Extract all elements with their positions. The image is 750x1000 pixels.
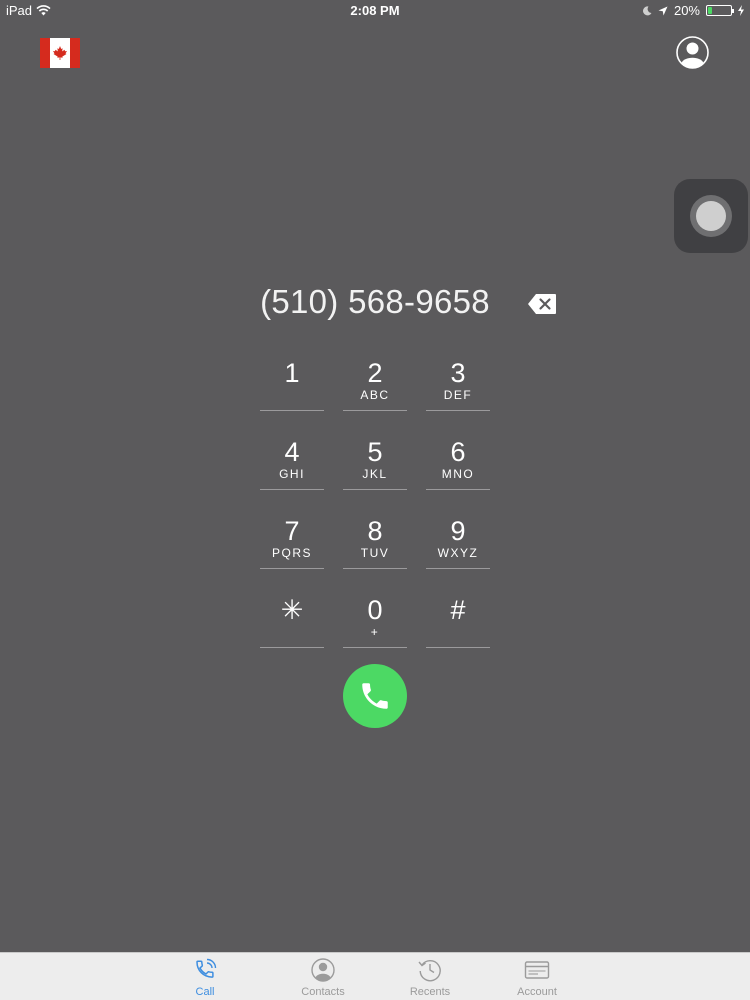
- contact-icon: [311, 958, 335, 982]
- key-hash[interactable]: #: [426, 590, 490, 648]
- tab-label: Contacts: [301, 986, 345, 998]
- call-button[interactable]: [343, 664, 407, 728]
- key-letters: MNO: [441, 467, 475, 481]
- tab-contacts[interactable]: Contacts: [283, 957, 363, 999]
- key-letters: JKL: [362, 467, 388, 481]
- backspace-icon[interactable]: [527, 293, 557, 315]
- flag-center: [50, 38, 70, 68]
- card-icon: [524, 961, 550, 979]
- key-letters: DEF: [443, 388, 473, 402]
- key-1[interactable]: 1: [260, 353, 324, 411]
- key-digit: 6: [450, 437, 466, 467]
- key-star[interactable]: ✳: [260, 590, 324, 648]
- tab-label: Account: [517, 986, 557, 998]
- moon-icon: [642, 5, 652, 15]
- key-letters: TUV: [360, 546, 390, 560]
- phone-number-display: (510) 568-9658: [260, 283, 490, 320]
- key-letters: GHI: [279, 467, 305, 481]
- assistive-touch-ring: [690, 195, 732, 237]
- key-letters: WXYZ: [437, 546, 479, 560]
- canada-flag-icon[interactable]: [40, 38, 80, 68]
- key-digit: 3: [450, 358, 466, 388]
- status-bar: iPad 2:08 PM 20%: [0, 0, 750, 20]
- tab-recents[interactable]: Recents: [390, 957, 470, 999]
- key-7[interactable]: 7 PQRS: [260, 511, 324, 569]
- battery-icon: [706, 5, 734, 16]
- key-3[interactable]: 3 DEF: [426, 353, 490, 411]
- tab-account[interactable]: Account: [497, 957, 577, 999]
- assistive-touch-dot: [696, 201, 726, 231]
- flag-right-band: [70, 38, 80, 68]
- key-digit: 8: [367, 516, 383, 546]
- assistive-touch-button[interactable]: [674, 179, 748, 253]
- maple-leaf-icon: [53, 46, 67, 60]
- tab-label: Recents: [409, 986, 451, 998]
- key-digit: 5: [367, 437, 383, 467]
- key-6[interactable]: 6 MNO: [426, 432, 490, 490]
- tab-label: Call: [195, 986, 215, 998]
- profile-icon[interactable]: [676, 36, 709, 69]
- key-letters: PQRS: [271, 546, 312, 560]
- key-4[interactable]: 4 GHI: [260, 432, 324, 490]
- tab-call[interactable]: Call: [165, 957, 245, 999]
- key-2[interactable]: 2 ABC: [343, 353, 407, 411]
- status-right: 20%: [642, 3, 744, 18]
- phone-call-icon: [196, 958, 217, 978]
- battery-percent: 20%: [673, 3, 700, 18]
- key-digit: #: [450, 595, 466, 625]
- flag-left-band: [40, 38, 50, 68]
- key-digit: 1: [284, 358, 300, 388]
- key-digit: 4: [284, 437, 300, 467]
- key-digit: 0: [367, 595, 383, 625]
- key-digit: 2: [367, 358, 383, 388]
- battery-fill: [708, 7, 713, 14]
- key-digit: 9: [450, 516, 466, 546]
- clock-icon: [418, 960, 441, 982]
- charging-bolt-icon: [738, 5, 744, 16]
- tab-bar: Call Contacts Recents Account: [0, 952, 750, 1000]
- phone-icon: [362, 683, 388, 709]
- key-letters: +: [370, 625, 380, 639]
- key-8[interactable]: 8 TUV: [343, 511, 407, 569]
- status-time: 2:08 PM: [350, 3, 400, 18]
- key-5[interactable]: 5 JKL: [343, 432, 407, 490]
- key-letters: ABC: [360, 388, 390, 402]
- key-9[interactable]: 9 WXYZ: [426, 511, 490, 569]
- key-digit: ✳: [280, 595, 304, 625]
- location-arrow-icon: [658, 6, 668, 15]
- key-digit: 7: [284, 516, 300, 546]
- key-0[interactable]: 0 +: [343, 590, 407, 648]
